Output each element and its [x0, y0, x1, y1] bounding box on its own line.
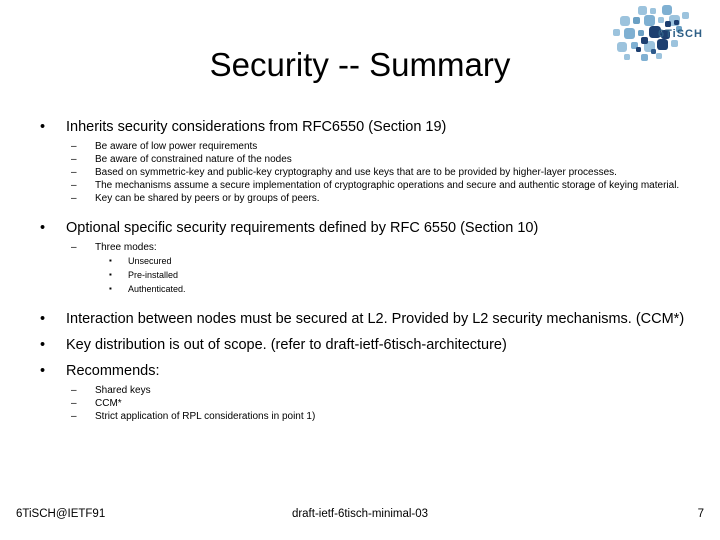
bullet-marker-icon: • [40, 311, 46, 327]
bullet-marker-icon: • [40, 363, 46, 379]
slide-title: Security -- Summary [209, 46, 511, 83]
bullet-text: Be aware of constrained nature of the no… [95, 154, 292, 165]
dash-marker-icon: – [71, 242, 77, 253]
footer-page-number: 7 [697, 508, 704, 520]
dash-marker-icon: – [71, 385, 77, 396]
bullet-text: Authenticated. [128, 284, 186, 294]
bullet-level2: – Three modes: [32, 241, 704, 254]
logo-wordmark: 6TiSCH [658, 28, 703, 40]
bullet-level2: – Key can be shared by peers or by group… [32, 192, 704, 205]
bullet-level2: – Be aware of constrained nature of the … [32, 153, 704, 166]
bullet-text: Shared keys [95, 385, 151, 396]
bullet-level1: • Recommends: [32, 362, 704, 381]
bullet-marker-icon: • [40, 220, 46, 236]
dash-marker-icon: – [71, 167, 77, 178]
sublist-level2: – Three modes: ▪ Unsecured ▪ Pre-install… [32, 241, 704, 296]
bullet-level2: – Strict application of RPL consideratio… [32, 410, 704, 423]
bullet-level1: • Interaction between nodes must be secu… [32, 310, 704, 329]
bullet-text: Based on symmetric-key and public-key cr… [95, 167, 617, 178]
bullet-text: Strict application of RPL considerations… [95, 411, 316, 422]
dash-marker-icon: – [71, 154, 77, 165]
bullet-level2: – The mechanisms assume a secure impleme… [32, 179, 704, 192]
bullet-level2: – Be aware of low power requirements [32, 140, 704, 153]
sublist-level2: – Shared keys – CCM* – Strict applicatio… [32, 384, 704, 423]
bullet-text: Be aware of low power requirements [95, 141, 258, 152]
bullet-level1: • Key distribution is out of scope. (ref… [32, 336, 704, 355]
bullet-text: Interaction between nodes must be secure… [66, 311, 685, 327]
slide-footer: 6TiSCH@IETF91 draft-ietf-6tisch-minimal-… [0, 508, 720, 530]
bullet-text: Recommends: [66, 363, 160, 379]
bullet-marker-icon: • [40, 337, 46, 353]
footer-document-label: draft-ietf-6tisch-minimal-03 [291, 508, 429, 520]
bullet-text: Three modes: [95, 242, 157, 253]
bullet-text: Pre-installed [128, 270, 179, 280]
dash-marker-icon: – [71, 193, 77, 204]
bullet-level3: ▪ Unsecured [32, 254, 704, 268]
sublist-level2: – Be aware of low power requirements – B… [32, 140, 704, 205]
bullet-level3: ▪ Pre-installed [32, 268, 704, 282]
dash-marker-icon: – [71, 398, 77, 409]
square-marker-icon: ▪ [109, 256, 112, 265]
bullet-level1: • Inherits security considerations from … [32, 118, 704, 137]
bullet-level2: – Based on symmetric-key and public-key … [32, 166, 704, 179]
bullet-text: Inherits security considerations from RF… [66, 119, 447, 135]
bullet-text: Key can be shared by peers or by groups … [95, 193, 320, 204]
bullet-marker-icon: • [40, 119, 46, 135]
bullet-level2: – Shared keys [32, 384, 704, 397]
bullet-level3: ▪ Authenticated. [32, 282, 704, 296]
bullet-text: Optional specific security requirements … [66, 220, 539, 236]
bullet-text: CCM* [95, 398, 122, 409]
slide-body: • Inherits security considerations from … [32, 118, 704, 423]
bullet-level1: • Optional specific security requirement… [32, 219, 704, 238]
square-marker-icon: ▪ [109, 270, 112, 279]
dash-marker-icon: – [71, 141, 77, 152]
bullet-text: Key distribution is out of scope. (refer… [66, 337, 507, 353]
bullet-text: Unsecured [128, 256, 172, 266]
presentation-slide: 6TiSCH Security -- Summary • Inherits se… [0, 0, 720, 540]
bullet-level2: – CCM* [32, 397, 704, 410]
bullet-text: The mechanisms assume a secure implement… [95, 180, 680, 191]
sublist-level3: ▪ Unsecured ▪ Pre-installed ▪ Authentica… [32, 254, 704, 296]
dash-marker-icon: – [71, 411, 77, 422]
dash-marker-icon: – [71, 180, 77, 191]
square-marker-icon: ▪ [109, 284, 112, 293]
